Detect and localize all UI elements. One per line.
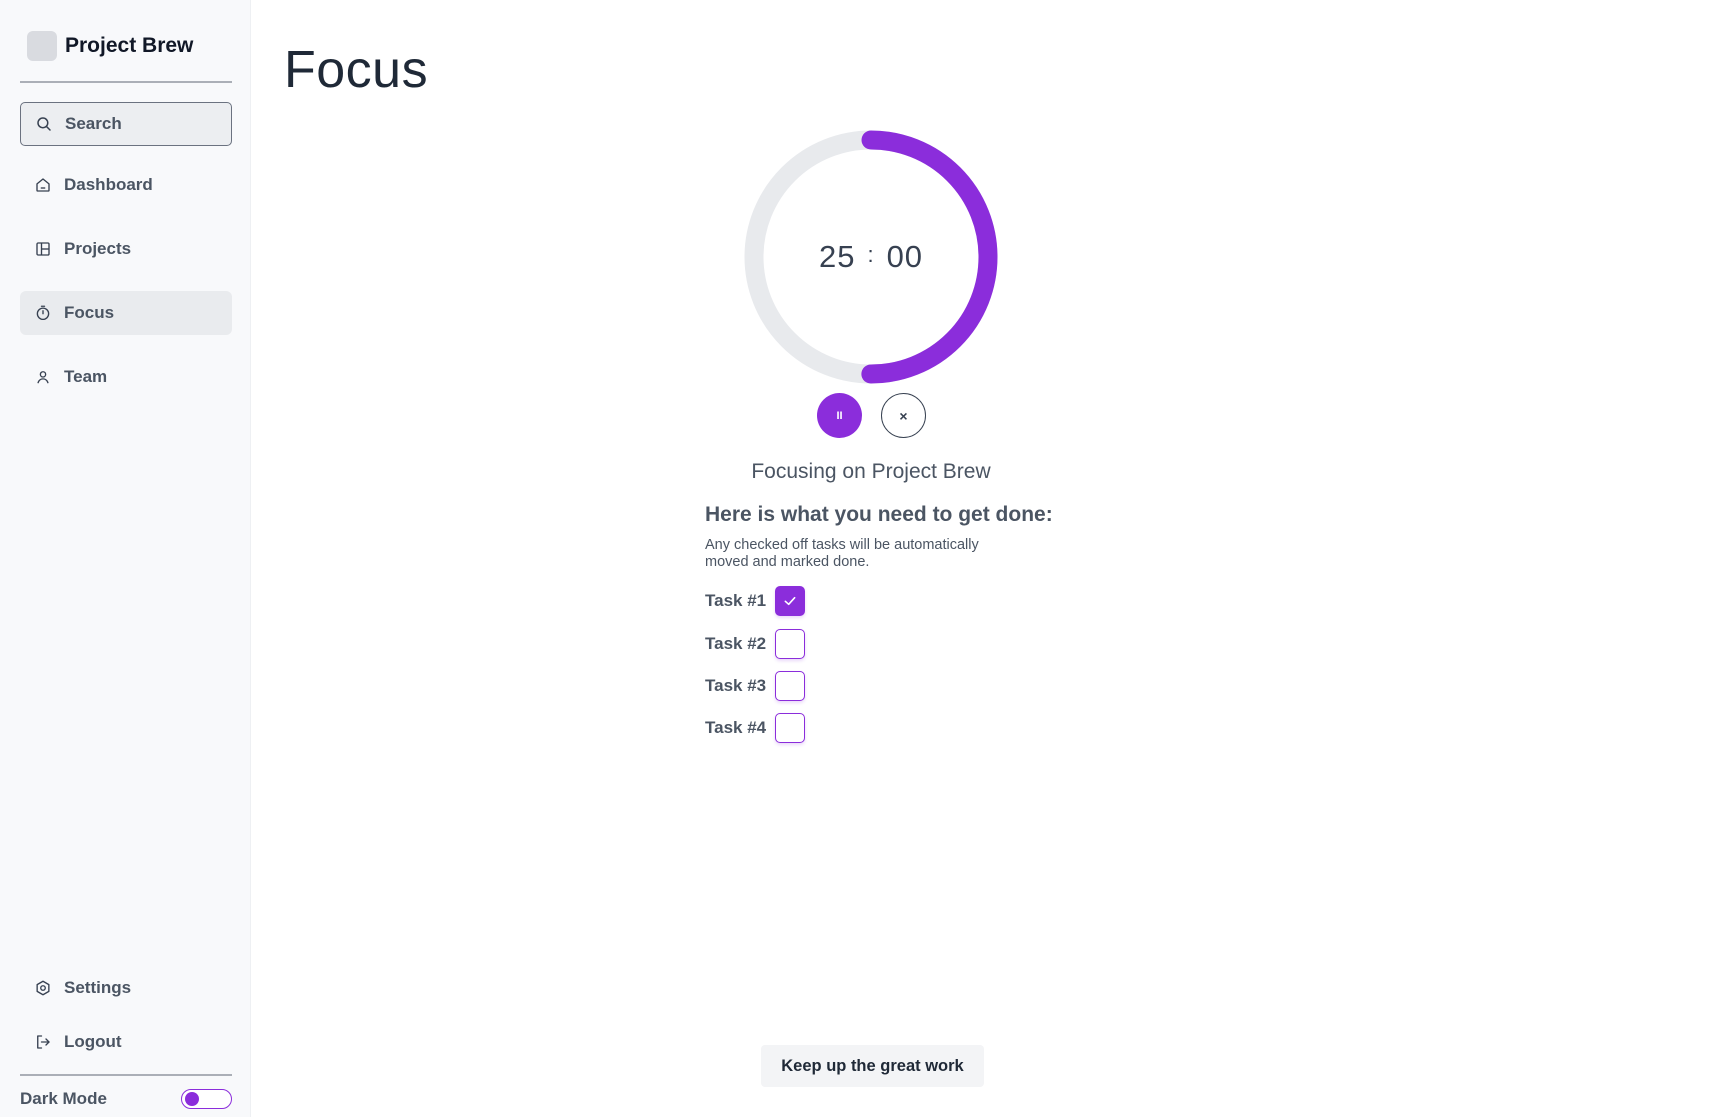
- toggle-knob: [185, 1092, 199, 1106]
- layout-icon: [34, 240, 52, 258]
- timer-icon: [34, 304, 52, 322]
- close-icon: ×: [899, 407, 908, 424]
- task-checkbox[interactable]: [775, 671, 806, 701]
- task-row: Task #2: [705, 629, 806, 659]
- brand-name: Project Brew: [65, 34, 194, 57]
- sidebar-item-settings[interactable]: Settings: [20, 966, 232, 1010]
- timer-ring: 25 : 00: [744, 130, 998, 384]
- todo-note: Any checked off tasks will be automatica…: [705, 537, 979, 570]
- task-row: Task #1: [705, 586, 806, 616]
- logout-icon: [34, 1033, 52, 1051]
- home-icon: [34, 176, 52, 194]
- sidebar-item-label: Team: [64, 367, 108, 386]
- sidebar-item-team[interactable]: Team: [20, 355, 232, 399]
- sidebar-divider: [20, 81, 232, 83]
- encouragement-banner: Keep up the great work: [761, 1045, 984, 1087]
- sidebar-item-label: Focus: [64, 303, 115, 322]
- task-checkbox[interactable]: [775, 586, 806, 616]
- task-label: Task #3: [705, 676, 767, 695]
- sidebar-item-focus[interactable]: Focus: [20, 291, 232, 335]
- brand-logo: [27, 31, 57, 61]
- task-checkbox[interactable]: [775, 629, 806, 659]
- dark-mode-row: Dark Mode: [20, 1087, 232, 1111]
- brand[interactable]: Project Brew: [27, 31, 193, 61]
- task-row: Task #3: [705, 671, 806, 701]
- gear-icon: [34, 979, 52, 997]
- task-label: Task #1: [705, 591, 767, 610]
- timer-display: 25 : 00: [744, 130, 998, 384]
- stop-button[interactable]: ×: [881, 393, 926, 438]
- sidebar-item-label: Logout: [64, 1032, 122, 1051]
- timer-seconds: 00: [886, 239, 924, 274]
- sidebar-item-label: Dashboard: [64, 175, 153, 194]
- task-label: Task #2: [705, 634, 767, 653]
- focusing-text: Focusing on Project Brew: [751, 460, 991, 483]
- pause-icon: II: [836, 409, 843, 422]
- task-label: Task #4: [705, 718, 767, 737]
- check-icon: [784, 596, 796, 606]
- sidebar-item-dashboard[interactable]: Dashboard: [20, 163, 232, 207]
- user-icon: [34, 368, 52, 386]
- pause-button[interactable]: II: [817, 393, 862, 438]
- sidebar-item-label: Settings: [64, 978, 132, 997]
- search-input[interactable]: Search: [20, 102, 232, 146]
- search-icon: [35, 115, 53, 133]
- dark-mode-label: Dark Mode: [20, 1089, 107, 1108]
- sidebar-divider: [20, 1074, 232, 1076]
- sidebar-item-logout[interactable]: Logout: [20, 1020, 232, 1064]
- page-title: Focus: [284, 41, 429, 99]
- task-row: Task #4: [705, 713, 806, 743]
- task-checkbox[interactable]: [775, 713, 806, 743]
- sidebar-item-projects[interactable]: Projects: [20, 227, 232, 271]
- timer-minutes: 25: [818, 239, 856, 274]
- sidebar: Project Brew Search Dashboard Projects F…: [0, 0, 251, 1117]
- timer-separator: :: [867, 242, 875, 267]
- sidebar-item-label: Projects: [64, 239, 132, 258]
- dark-mode-toggle[interactable]: [181, 1089, 232, 1109]
- todo-title: Here is what you need to get done:: [705, 503, 1053, 526]
- search-label: Search: [65, 114, 122, 133]
